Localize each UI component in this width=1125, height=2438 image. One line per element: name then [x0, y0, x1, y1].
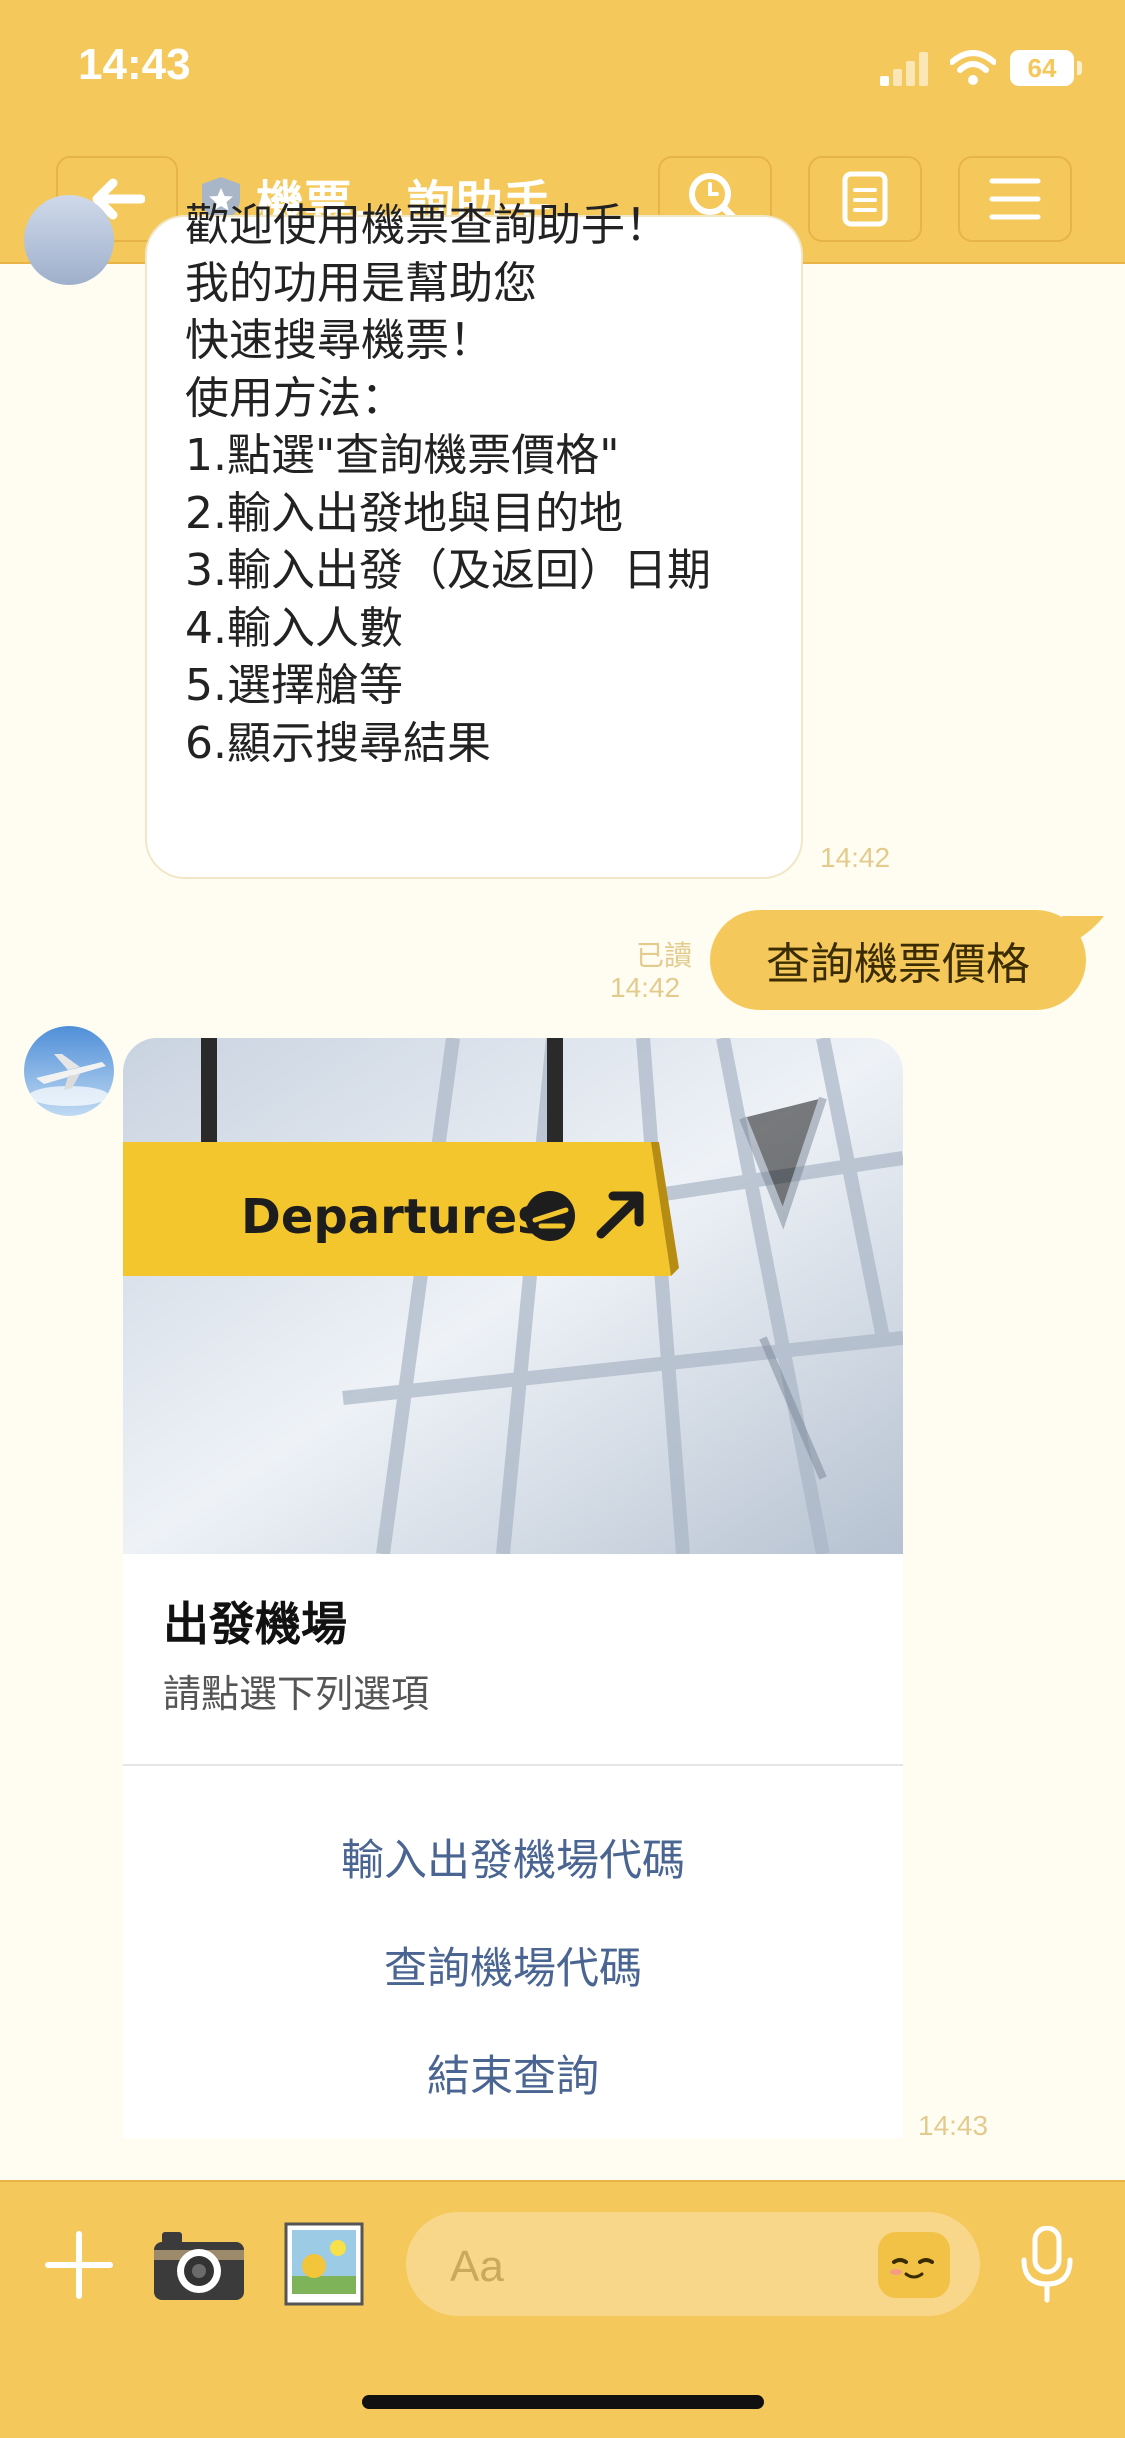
plus-icon[interactable] [44, 2230, 114, 2300]
cellular-signal-icon [880, 52, 932, 86]
microphone-icon[interactable] [1020, 2226, 1074, 2304]
sticker-icon[interactable] [876, 2228, 952, 2302]
home-indicator[interactable] [362, 2395, 764, 2409]
intro-line: 快速搜尋機票！ [185, 315, 493, 366]
bot-avatar[interactable] [24, 195, 114, 285]
message-timestamp: 14:43 [918, 2110, 989, 2141]
intro-line: 5.選擇艙等 [185, 660, 403, 711]
user-message-bubble: 查詢機票價格 [710, 910, 1086, 1010]
menu-button[interactable] [958, 156, 1072, 242]
message-timestamp: 14:42 [610, 972, 681, 1003]
intro-line: 2.輸入出發地與目的地 [185, 487, 623, 539]
intro-line: 3.輸入出發（及返回）日期 [185, 545, 711, 596]
read-receipt: 已讀 [635, 939, 692, 972]
menu-icon [989, 178, 1041, 220]
lookup-airport-code-button[interactable]: 查詢機場代碼 [123, 1934, 903, 1996]
bot-avatar[interactable] [24, 1026, 114, 1116]
card-title: 出發機場 [163, 1597, 347, 1651]
battery-indicator: 64 [1010, 50, 1074, 86]
intro-line: 4.輸入人數 [185, 602, 403, 654]
intro-line: 6.顯示搜尋結果 [185, 717, 491, 769]
card-subtitle: 請點選下列選項 [163, 1672, 430, 1716]
intro-line: 我的功用是幫助您 [185, 257, 537, 309]
message-timestamp: 14:42 [820, 842, 891, 873]
message-input-placeholder: Aa [450, 2242, 504, 2291]
message-input[interactable]: Aa [406, 2212, 980, 2316]
bot-intro-bubble: 歡迎使用機票查詢助手！ 我的功用是幫助您 快速搜尋機票！ 使用方法： 1.點選"… [145, 200, 803, 879]
status-time: 14:43 [78, 40, 191, 89]
notes-button[interactable] [808, 156, 922, 242]
bot-intro-text: 歡迎使用機票查詢助手！ 我的功用是幫助您 快速搜尋機票！ 使用方法： 1.點選"… [185, 197, 801, 772]
sign-text: Departures [241, 1189, 546, 1245]
intro-line: 歡迎使用機票查詢助手！ [185, 200, 669, 251]
intro-line: 1.點選"查詢機票價格" [185, 430, 620, 481]
photo-gallery-icon[interactable] [284, 2222, 364, 2306]
battery-tip [1077, 61, 1082, 75]
intro-line: 使用方法： [185, 372, 405, 424]
camera-icon[interactable] [152, 2228, 246, 2302]
wifi-icon [950, 50, 996, 85]
enter-airport-code-button[interactable]: 輸入出發機場代碼 [123, 1826, 903, 1888]
end-query-button[interactable]: 結束查詢 [123, 2042, 903, 2104]
departures-sign-image: Departures [123, 1038, 903, 1554]
notes-icon [842, 171, 888, 227]
airplane-avatar-icon [24, 1026, 114, 1116]
card-divider [123, 1764, 903, 1766]
departure-airport-card: Departures 出發機場 請點選下列選項 輸入出發機場代碼 查詢機場代碼 … [123, 1038, 903, 2138]
